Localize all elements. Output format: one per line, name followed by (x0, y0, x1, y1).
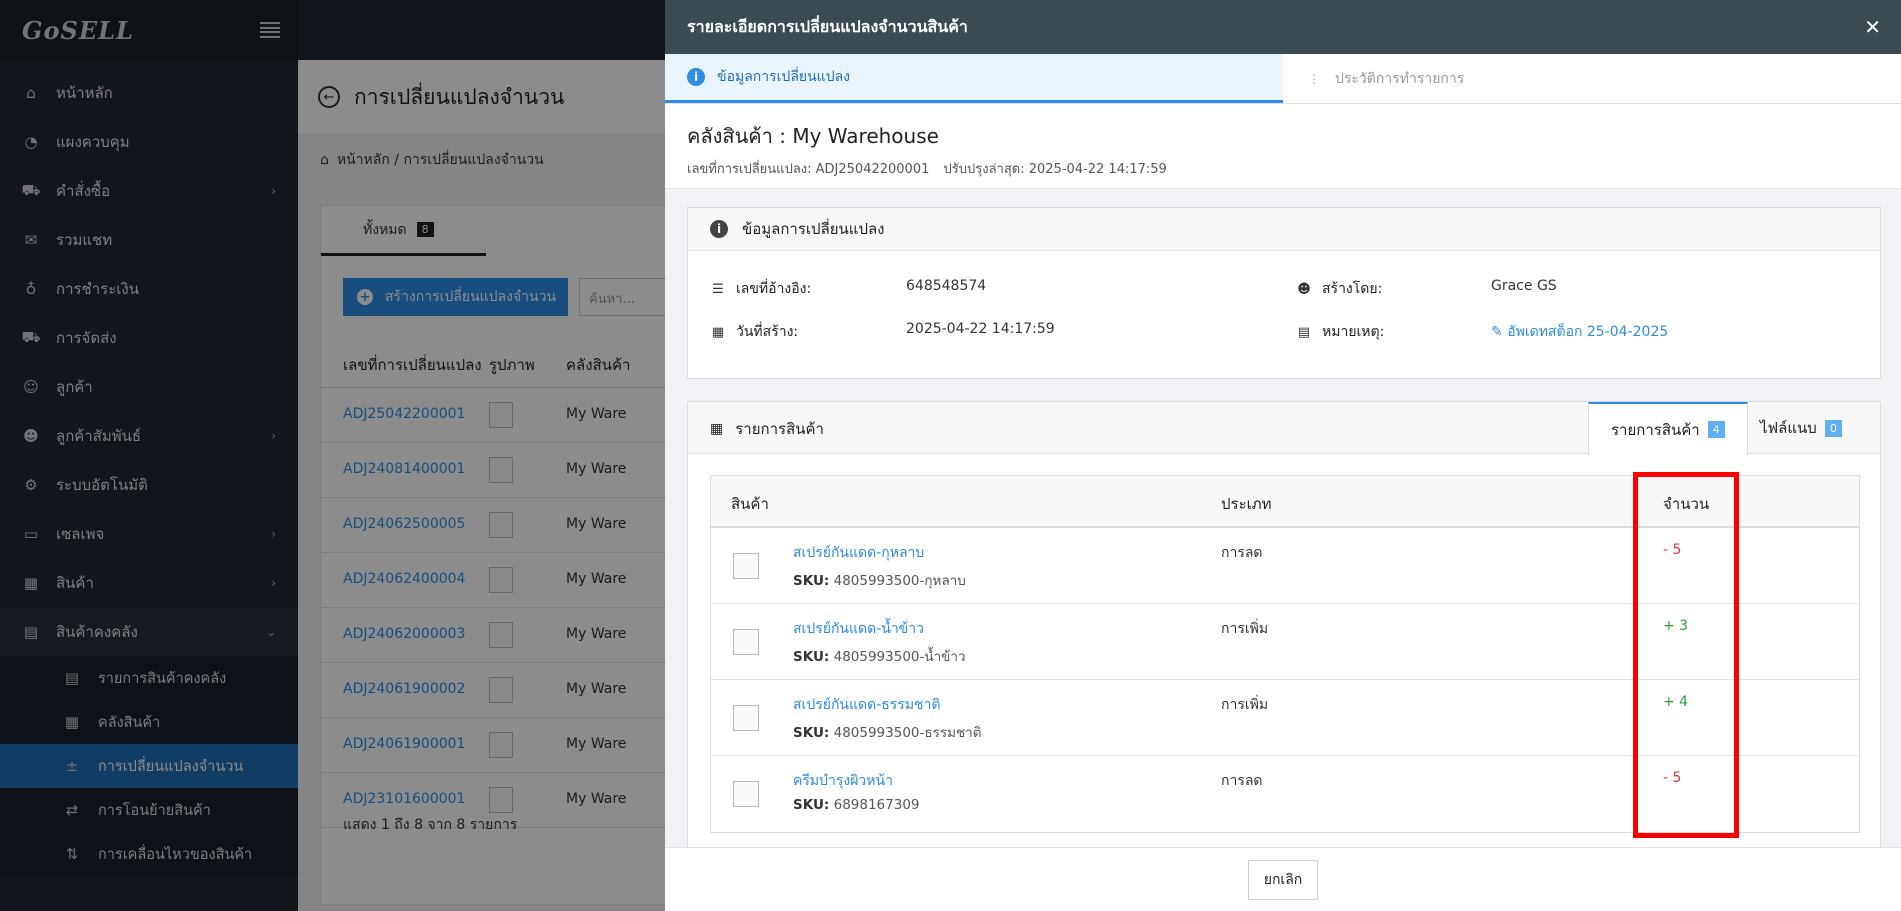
drawer-footer: ยกเลิก (665, 847, 1901, 911)
adjust-quantity: + 3 (1663, 618, 1689, 634)
adjust-type: การเพิ่ม (1221, 697, 1269, 713)
drawer-tabs: i ข้อมูลการเปลี่ยนแปลง ⋮ ประวัติการทำราย… (665, 54, 1901, 104)
tab-product-list[interactable]: รายการสินค้า 4 (1588, 402, 1748, 455)
adjust-quantity: + 4 (1663, 694, 1689, 710)
edit-icon: ✎ (1491, 324, 1508, 340)
calendar-icon: ▦ (711, 324, 725, 340)
items-title: ▦ รายการสินค้า (710, 420, 824, 438)
items-table-header: สินค้า ประเภท จำนวน (711, 476, 1859, 528)
table-row: สเปรย์กันแดด-กุหลาบ SKU: 4805993500-กุหล… (711, 528, 1859, 604)
items-table: สินค้า ประเภท จำนวน สเปรย์กันแดด-กุหลาบ … (710, 475, 1860, 833)
info-icon: i (687, 68, 705, 86)
tab-label: รายการสินค้า (1611, 420, 1700, 439)
tab-history[interactable]: ⋮ ประวัติการทำรายการ (1283, 54, 1901, 103)
note-value[interactable]: ✎ อัพเดทสต็อก 25-04-2025 (1491, 321, 1668, 343)
list-ol-icon: ☰ (712, 281, 724, 297)
table-row: ครีมบำรุงผิวหน้า SKU: 6898167309 การลด -… (711, 756, 1859, 832)
adjust-quantity: - 5 (1663, 770, 1682, 786)
close-icon[interactable]: ✕ (1864, 15, 1881, 39)
tab-adjustment-info[interactable]: i ข้อมูลการเปลี่ยนแปลง (665, 54, 1283, 103)
ref-value: 648548574 (906, 278, 987, 294)
tab-label: ข้อมูลการเปลี่ยนแปลง (717, 69, 850, 85)
adjust-type: การลด (1221, 773, 1263, 789)
created-date-value: 2025-04-22 14:17:59 (906, 321, 1055, 337)
adjustment-detail-drawer: รายละเอียดการเปลี่ยนแปลงจำนวนสินค้า ✕ i … (665, 0, 1901, 911)
tab-label: ไฟล์แนบ (1760, 419, 1817, 437)
tab-label: ประวัติการทำรายการ (1335, 70, 1465, 87)
product-sku: SKU: 4805993500-ธรรมชาติ (793, 725, 982, 741)
created-by-label: ☻ สร้างโดย: (1297, 281, 1383, 297)
card-title: ข้อมูลการเปลี่ยนแปลง (742, 220, 885, 238)
last-updated: ปรับปรุงล่าสุด: 2025-04-22 14:17:59 (943, 162, 1167, 177)
product-count-badge: 4 (1707, 421, 1725, 438)
col-quantity: จำนวน (1663, 495, 1710, 513)
user-edit-icon: ☻ (1297, 281, 1311, 297)
table-row: สเปรย์กันแดด-น้ำข้าว SKU: 4805993500-น้ำ… (711, 604, 1859, 680)
info-icon: i (710, 220, 728, 238)
attachment-count-badge: 0 (1824, 419, 1842, 437)
drawer-header: รายละเอียดการเปลี่ยนแปลงจำนวนสินค้า ✕ (665, 0, 1901, 54)
product-sku: SKU: 4805993500-น้ำข้าว (793, 649, 966, 665)
product-name-link[interactable]: สเปรย์กันแดด-กุหลาบ (793, 542, 924, 564)
boxes-icon: ▦ (710, 421, 724, 437)
product-name-link[interactable]: ครีมบำรุงผิวหน้า (793, 770, 893, 792)
product-sku: SKU: 6898167309 (793, 797, 920, 813)
items-card-header: ▦ รายการสินค้า รายการสินค้า 4 ไฟล์แนบ 0 (688, 402, 1880, 455)
col-type: ประเภท (1221, 495, 1272, 513)
drawer-title: รายละเอียดการเปลี่ยนแปลงจำนวนสินค้า (687, 16, 968, 36)
adjust-type: การเพิ่ม (1221, 621, 1269, 637)
ref-label: ☰ เลขที่อ้างอิง: (710, 278, 811, 300)
product-image (733, 553, 759, 579)
history-list-icon: ⋮ (1308, 71, 1320, 86)
warehouse-meta: เลขที่การเปลี่ยนแปลง: ADJ25042200001 ปรั… (687, 158, 1879, 179)
items-card: ▦ รายการสินค้า รายการสินค้า 4 ไฟล์แนบ 0 … (687, 401, 1881, 847)
product-image (733, 629, 759, 655)
comment-icon: ▤ (1297, 324, 1311, 340)
cancel-button[interactable]: ยกเลิก (1248, 859, 1318, 900)
product-image (733, 705, 759, 731)
note-label: ▤ หมายเหตุ: (1297, 324, 1385, 340)
created-by-value: Grace GS (1491, 278, 1557, 294)
adjust-type: การลด (1221, 545, 1263, 561)
tab-attachments[interactable]: ไฟล์แนบ 0 (1738, 402, 1864, 454)
created-date-label: ▦ วันที่สร้าง: (711, 324, 799, 340)
product-image (733, 781, 759, 807)
card-header: i ข้อมูลการเปลี่ยนแปลง (688, 208, 1880, 251)
adjust-quantity: - 5 (1663, 542, 1682, 558)
product-name-link[interactable]: สเปรย์กันแดด-น้ำข้าว (793, 618, 924, 640)
drawer-body: i ข้อมูลการเปลี่ยนแปลง ☰ เลขที่อ้างอิง: 6… (665, 189, 1901, 847)
product-sku: SKU: 4805993500-กุหลาบ (793, 573, 966, 589)
col-product: สินค้า (731, 495, 769, 513)
adjust-number: เลขที่การเปลี่ยนแปลง: ADJ25042200001 (687, 162, 930, 177)
product-name-link[interactable]: สเปรย์กันแดด-ธรรมชาติ (793, 694, 941, 716)
adjustment-info-card: i ข้อมูลการเปลี่ยนแปลง ☰ เลขที่อ้างอิง: 6… (687, 207, 1881, 379)
table-row: สเปรย์กันแดด-ธรรมชาติ SKU: 4805993500-ธร… (711, 680, 1859, 756)
warehouse-title: คลังสินค้า : My Warehouse (687, 124, 939, 148)
warehouse-summary: คลังสินค้า : My Warehouse เลขที่การเปลี่… (665, 104, 1901, 189)
